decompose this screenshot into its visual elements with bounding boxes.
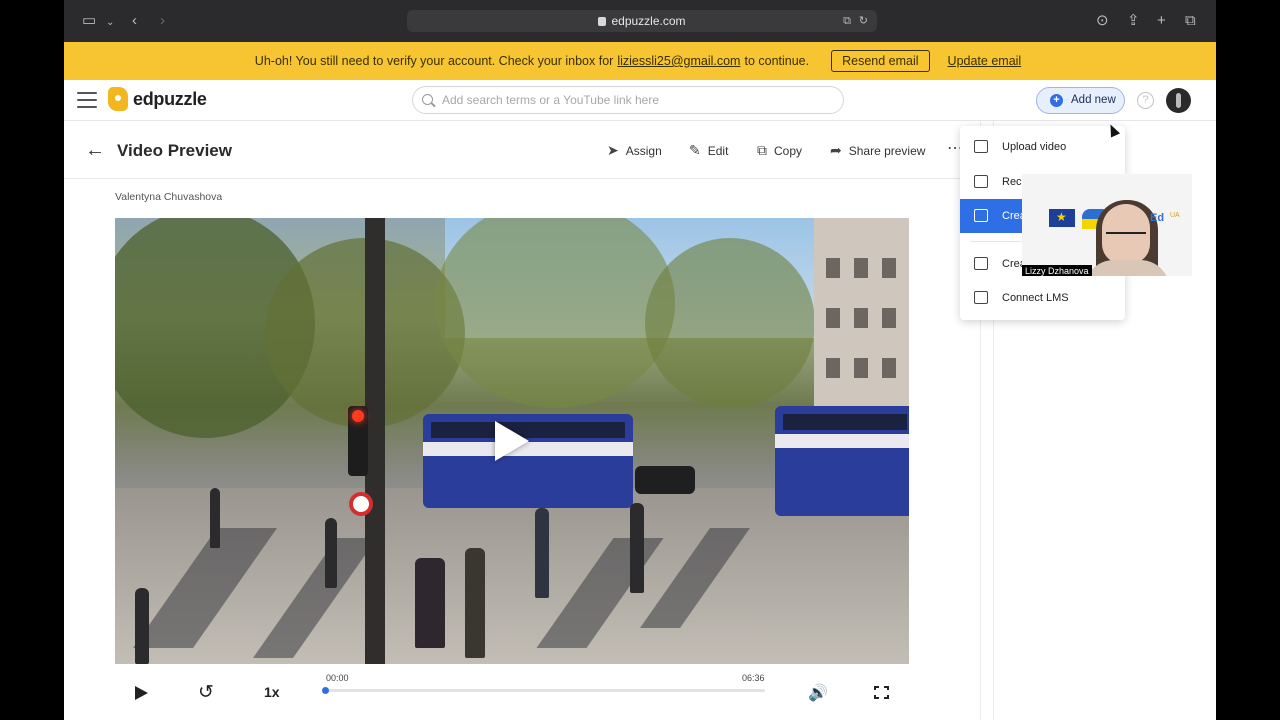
- progress-handle[interactable]: [322, 687, 329, 694]
- class-icon: [974, 257, 988, 270]
- replay-icon[interactable]: ↺: [198, 681, 214, 704]
- brand-name: edpuzzle: [133, 88, 207, 109]
- edit-button[interactable]: ✎ Edit: [689, 142, 728, 159]
- url-text: edpuzzle.com: [611, 14, 686, 28]
- chevron-down-icon[interactable]: ⌄: [106, 13, 114, 33]
- download-icon[interactable]: ⊙: [1096, 11, 1109, 31]
- banner-message-suffix: to continue.: [744, 54, 810, 68]
- banner-message-prefix: Uh-oh! You still need to verify your acc…: [254, 54, 614, 68]
- address-bar[interactable]: edpuzzle.com ⧉ ↻: [407, 10, 877, 32]
- menu-item-label: Upload video: [1002, 141, 1067, 153]
- edpuzzle-logo[interactable]: edpuzzle: [108, 87, 207, 111]
- playback-speed-button[interactable]: 1x: [264, 684, 280, 700]
- record-video-icon: [974, 175, 988, 188]
- video-player[interactable]: [115, 218, 909, 664]
- menu-item-label: Connect LMS: [1002, 292, 1069, 304]
- webcam-overlay: Ed UA Lizzy Dzhanova: [1022, 174, 1192, 276]
- assign-button[interactable]: ➤ Assign: [607, 142, 662, 159]
- network-icon: [974, 291, 988, 304]
- back-icon[interactable]: ‹: [132, 11, 137, 31]
- video-traffic-light: [348, 406, 368, 476]
- video-person: [535, 508, 549, 598]
- back-arrow-icon[interactable]: ←: [85, 140, 105, 160]
- video-person: [135, 588, 149, 664]
- progress-track[interactable]: [322, 687, 765, 694]
- pencil-icon: ✎: [689, 142, 701, 158]
- sidebar-icon[interactable]: ▭: [82, 11, 96, 31]
- add-new-label: Add new: [1071, 94, 1116, 106]
- video-pole: [365, 218, 385, 664]
- update-email-link[interactable]: Update email: [948, 54, 1022, 68]
- edit-label: Edit: [707, 143, 729, 158]
- banner-email-link[interactable]: liziessli25@gmail.com: [617, 54, 740, 68]
- page-title: Video Preview: [117, 141, 232, 160]
- upload-file-icon: [974, 140, 988, 153]
- avatar[interactable]: [1166, 88, 1191, 113]
- preview-toolbar: ← Video Preview ➤ Assign ✎ Edit ⧉ Copy ➦…: [64, 121, 980, 179]
- new-tab-icon[interactable]: +: [1157, 11, 1166, 31]
- volume-icon[interactable]: 🔊: [808, 683, 828, 703]
- copy-icon: ⧉: [757, 142, 767, 158]
- menu-icon[interactable]: [77, 92, 97, 108]
- video-person: [630, 503, 644, 593]
- video-person: [465, 548, 485, 658]
- play-icon[interactable]: [135, 686, 148, 700]
- screen: ▭ ⌄ ‹ › edpuzzle.com ⧉ ↻ ⊙ ⇪ + ⧉ Uh-oh! …: [64, 0, 1216, 720]
- assign-label: Assign: [625, 143, 662, 158]
- share-preview-label: Share preview: [848, 143, 926, 158]
- app-header: edpuzzle Add search terms or a YouTube l…: [64, 80, 1216, 121]
- video-controls: ↺ 1x 00:00 06:36 🔊: [115, 664, 909, 720]
- search-placeholder: Add search terms or a YouTube link here: [442, 93, 660, 107]
- eu-flag-icon: [1049, 209, 1075, 227]
- partner-logo-subtext: UA: [1170, 212, 1180, 219]
- lock-icon: [598, 17, 607, 26]
- share-preview-button[interactable]: ➦ Share preview: [830, 142, 925, 159]
- video-author: Valentyna Chuvashova: [115, 191, 223, 203]
- help-icon[interactable]: ?: [1137, 92, 1154, 109]
- video-person: [415, 558, 445, 648]
- pencil-icon: [974, 209, 988, 222]
- copy-button[interactable]: ⧉ Copy: [757, 142, 802, 159]
- add-new-button[interactable]: + Add new: [1036, 87, 1125, 114]
- partner-logo-text: Ed: [1150, 212, 1165, 224]
- reload-icon[interactable]: ↻: [859, 10, 868, 32]
- duration: 06:36: [742, 673, 765, 683]
- video-road-sign: [349, 492, 373, 516]
- search-icon: [422, 94, 433, 105]
- current-time: 00:00: [326, 673, 349, 683]
- video-bus: [775, 406, 909, 516]
- plus-circle-icon: +: [1050, 94, 1063, 107]
- presenter-name: Lizzy Dzhanova: [1022, 265, 1092, 276]
- video-person: [325, 518, 337, 588]
- menu-item-upload-video[interactable]: Upload video: [960, 130, 1125, 164]
- menu-item-connect-lms[interactable]: Connect LMS: [960, 281, 1125, 315]
- play-overlay-icon[interactable]: [495, 421, 529, 461]
- browser-toolbar: ▭ ⌄ ‹ › edpuzzle.com ⧉ ↻ ⊙ ⇪ + ⧉: [64, 0, 1216, 42]
- verify-banner: Uh-oh! You still need to verify your acc…: [64, 42, 1216, 80]
- puzzle-icon: [108, 87, 128, 111]
- translate-icon[interactable]: ⧉: [843, 10, 851, 32]
- video-car: [635, 466, 695, 494]
- fullscreen-icon[interactable]: [873, 685, 890, 700]
- video-person: [210, 488, 220, 548]
- share-icon[interactable]: ⇪: [1127, 11, 1140, 31]
- presenter-glasses: [1106, 232, 1146, 242]
- tabs-icon[interactable]: ⧉: [1185, 11, 1196, 31]
- forward-icon[interactable]: ›: [160, 11, 165, 31]
- search-input[interactable]: Add search terms or a YouTube link here: [412, 86, 844, 114]
- video-tree: [435, 218, 675, 408]
- resend-email-button[interactable]: Resend email: [831, 50, 930, 72]
- video-tree: [645, 238, 815, 408]
- copy-label: Copy: [774, 143, 803, 158]
- send-icon: ➤: [607, 142, 619, 158]
- share-arrow-icon: ➦: [830, 142, 842, 158]
